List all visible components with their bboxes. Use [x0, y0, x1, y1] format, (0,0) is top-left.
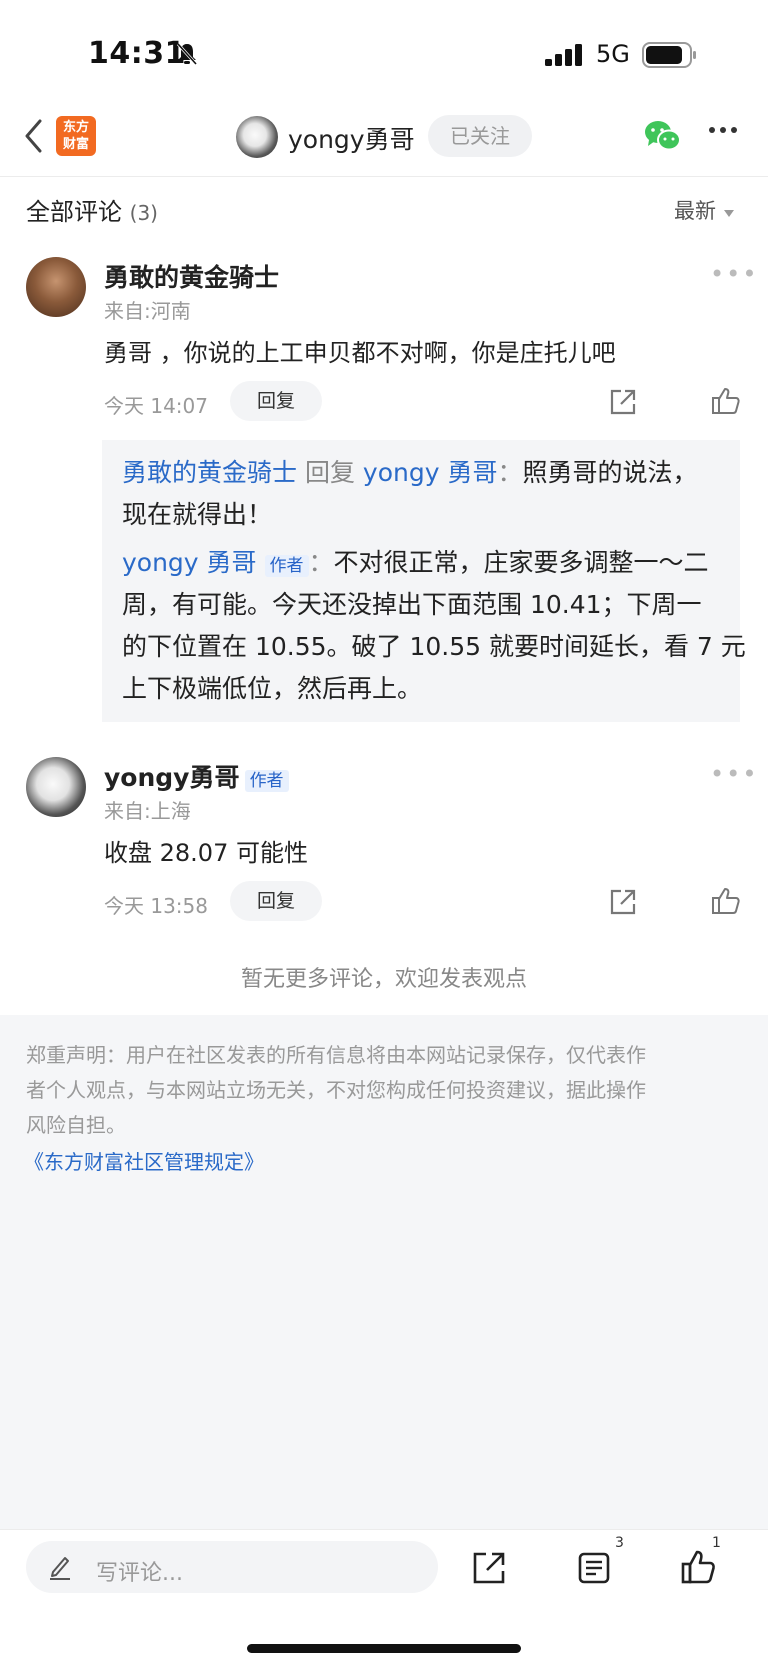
reply-from-user[interactable]: 勇敢的黄金骑士: [122, 458, 297, 487]
comment-count-badge: 3: [615, 1535, 624, 1551]
comment-text: 勇哥 ，你说的上工申贝都不对啊，你是庄托儿吧: [104, 339, 616, 367]
comment-time: 今天 14:07: [104, 394, 208, 418]
author-badge: 作者: [264, 555, 309, 577]
comment-input[interactable]: [26, 1541, 438, 1593]
author-reply-text-start: 不对很正常，庄家要多调整一～二: [333, 548, 709, 577]
reply-colon: ：: [497, 458, 523, 487]
pencil-icon: [50, 1557, 70, 1580]
like-count-badge: 1: [712, 1535, 721, 1551]
logo-text-bottom: 财富: [62, 137, 89, 152]
commenter-avatar[interactable]: [26, 757, 86, 817]
reply-word: 回复: [297, 458, 363, 487]
community-rules-link[interactable]: 《东方财富社区管理规定》: [24, 1146, 264, 1175]
comment-time: 今天 13:58: [104, 894, 208, 918]
commenter-location: 来自:上海: [104, 799, 191, 823]
sort-dropdown[interactable]: 最新: [674, 195, 735, 225]
author-reply-line-4: 上下极端低位，然后再上。: [122, 674, 423, 703]
bell-muted-icon: [176, 42, 198, 66]
author-name[interactable]: yongy勇哥: [288, 120, 415, 156]
reply-button[interactable]: 回复: [230, 381, 322, 421]
back-arrow-icon[interactable]: [24, 118, 44, 154]
commenter-name[interactable]: yongy勇哥: [104, 763, 239, 792]
reply-button[interactable]: 回复: [230, 881, 322, 921]
commenter-location: 来自:河南: [104, 299, 191, 323]
author-badge: 作者: [244, 770, 289, 792]
cellular-signal-icon: [545, 44, 582, 66]
no-more-comments: 暂无更多评论，欢迎发表观点: [240, 967, 527, 992]
like-icon[interactable]: [711, 386, 741, 416]
status-time: 14:31: [88, 36, 186, 71]
author-reply-line-1: yongy 勇哥 作者 ：不对很正常，庄家要多调整一～二: [122, 542, 709, 587]
share-icon[interactable]: [609, 388, 637, 416]
logo-text-top: 东方: [62, 120, 89, 135]
like-icon[interactable]: [711, 886, 741, 916]
disclaimer-line: 者个人观点，与本网站立场无关，不对您构成任何投资建议，据此操作: [26, 1078, 646, 1102]
like-icon[interactable]: [680, 1549, 716, 1585]
followed-button[interactable]: 已关注: [428, 115, 532, 157]
share-icon[interactable]: [609, 888, 637, 916]
battery-icon: [642, 42, 696, 68]
author-avatar[interactable]: [236, 116, 278, 158]
disclaimer-text: 郑重声明：用户在社区发表的所有信息将由本网站记录保存，仅代表作 者个人观点，与本…: [26, 1038, 742, 1143]
commenter-avatar[interactable]: [26, 257, 86, 317]
comment-more-icon[interactable]: •••: [710, 260, 758, 288]
reply-thread-box: 勇敢的黄金骑士 回复 yongy 勇哥：照勇哥的说法， 现在就得出！ yongy…: [102, 440, 746, 722]
comment-input-placeholder[interactable]: 写评论...: [96, 1555, 183, 1587]
eastmoney-logo[interactable]: 东方 财富: [56, 116, 96, 156]
comments-section-title: 全部评论 (3): [26, 192, 158, 227]
comments-list-icon[interactable]: [577, 1551, 611, 1585]
author-reply-user[interactable]: yongy 勇哥: [122, 548, 257, 577]
commenter-name-row: yongy勇哥 作者: [104, 758, 289, 794]
comment-text: 收盘 28.07 可能性: [104, 839, 308, 867]
reply-line-1: 勇敢的黄金骑士 回复 yongy 勇哥：照勇哥的说法，: [122, 452, 698, 494]
disclaimer-line: 风险自担。: [26, 1113, 126, 1137]
author-reply-line-2: 周，有可能。今天还没掉出下面范围 10.41；下周一: [122, 590, 702, 619]
commenter-name[interactable]: 勇敢的黄金骑士: [104, 258, 279, 294]
comments-count: (3): [129, 201, 158, 225]
more-options-icon[interactable]: [708, 126, 738, 134]
sort-label: 最新: [674, 199, 716, 223]
comment-more-icon[interactable]: •••: [710, 760, 758, 788]
reply-text-start: 照勇哥的说法，: [522, 458, 698, 487]
home-indicator[interactable]: [247, 1644, 521, 1653]
triangle-down-icon: [723, 210, 734, 217]
wechat-share-icon[interactable]: [644, 120, 682, 152]
disclaimer-line: 郑重声明：用户在社区发表的所有信息将由本网站记录保存，仅代表作: [26, 1043, 646, 1067]
author-reply-line-3: 的下位置在 10.55。破了 10.55 就要时间延长，看 7 元: [122, 632, 746, 661]
reply-to-user[interactable]: yongy 勇哥: [363, 458, 498, 487]
network-type: 5G: [596, 40, 630, 68]
reply-line-2: 现在就得出！: [122, 500, 273, 529]
comments-title-text: 全部评论: [26, 198, 122, 226]
share-icon[interactable]: [472, 1551, 506, 1585]
author-reply-colon: ：: [308, 548, 334, 577]
